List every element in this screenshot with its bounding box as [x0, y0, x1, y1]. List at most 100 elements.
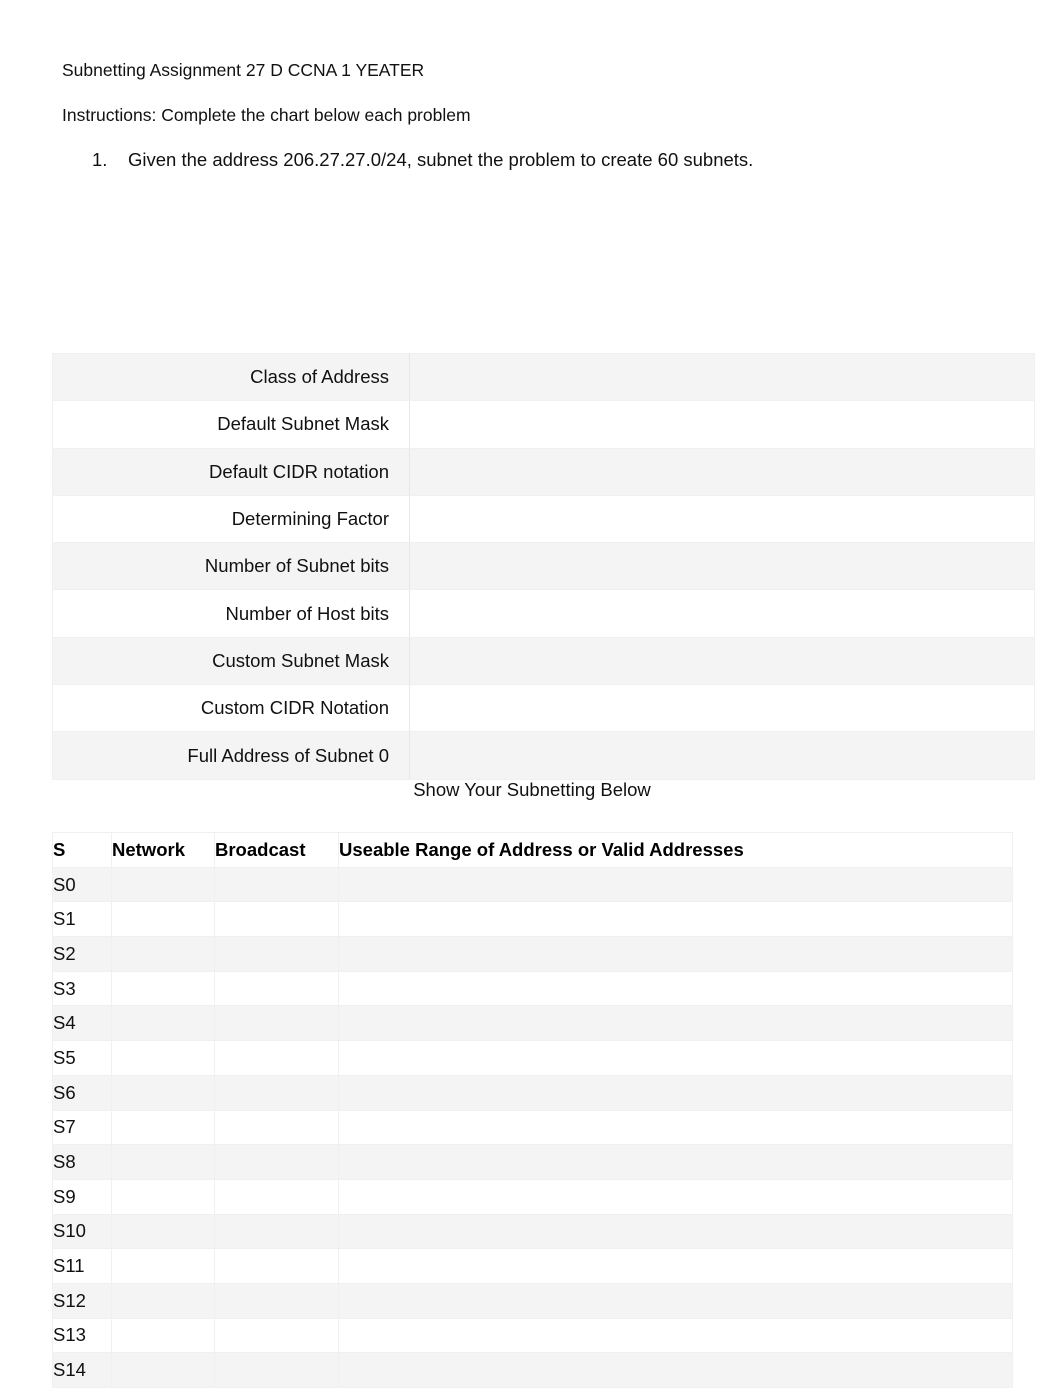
document-page: Subnetting Assignment 27 D CCNA 1 YEATER… — [0, 0, 1062, 1388]
cell-useable-range[interactable] — [338, 1074, 1013, 1111]
chart-field-value[interactable] — [409, 352, 1035, 402]
chart-field-label: Default Subnet Mask — [52, 400, 410, 449]
subnet-listing-table-body: S Network Broadcast Useable Range of Add… — [52, 832, 1013, 1388]
cell-subnet-id: S4 — [52, 1005, 112, 1042]
cell-broadcast[interactable] — [214, 936, 339, 972]
chart-field-value[interactable] — [409, 589, 1035, 638]
table-row: Custom CIDR Notation — [52, 684, 1035, 733]
subnet-listing-table: S Network Broadcast Useable Range of Add… — [52, 832, 1013, 1388]
table-row: S12 — [52, 1282, 1013, 1319]
cell-network[interactable] — [111, 936, 215, 972]
cell-broadcast[interactable] — [214, 1213, 339, 1250]
cell-network[interactable] — [111, 866, 215, 903]
table-row: Number of Host bits — [52, 589, 1035, 638]
cell-subnet-id: S13 — [52, 1317, 112, 1354]
cell-network[interactable] — [111, 1282, 215, 1319]
column-header-network: Network — [111, 832, 215, 868]
cell-useable-range[interactable] — [338, 1213, 1013, 1250]
table-row: S2 — [52, 936, 1013, 972]
problem-text: Given the address 206.27.27.0/24, subnet… — [128, 149, 754, 170]
cell-subnet-id: S0 — [52, 866, 112, 903]
cell-useable-range[interactable] — [338, 1144, 1013, 1180]
cell-subnet-id: S10 — [52, 1213, 112, 1250]
cell-broadcast[interactable] — [214, 866, 339, 903]
cell-subnet-id: S6 — [52, 1074, 112, 1111]
cell-subnet-id: S2 — [52, 936, 112, 972]
cell-useable-range[interactable] — [338, 866, 1013, 903]
chart-field-label: Number of Host bits — [52, 589, 410, 638]
chart-field-label: Custom CIDR Notation — [52, 684, 410, 733]
table-row: S0 — [52, 866, 1013, 903]
cell-network[interactable] — [111, 1178, 215, 1215]
cell-useable-range[interactable] — [338, 1005, 1013, 1042]
cell-useable-range[interactable] — [338, 1282, 1013, 1319]
cell-subnet-id: S11 — [52, 1248, 112, 1284]
cell-useable-range[interactable] — [338, 1317, 1013, 1354]
chart-field-value[interactable] — [409, 636, 1035, 686]
cell-subnet-id: S1 — [52, 901, 112, 938]
table-row: Number of Subnet bits — [52, 542, 1035, 591]
cell-broadcast[interactable] — [214, 1109, 339, 1146]
table-row: Full Address of Subnet 0 — [52, 731, 1035, 780]
document-title: Subnetting Assignment 27 D CCNA 1 YEATER — [62, 60, 425, 80]
cell-network[interactable] — [111, 1109, 215, 1146]
column-header-broadcast: Broadcast — [214, 832, 339, 868]
table-row: Default CIDR notation — [52, 447, 1035, 496]
column-header-useable-range: Useable Range of Address or Valid Addres… — [338, 832, 1013, 868]
table-row: S3 — [52, 970, 1013, 1007]
table-row: S4 — [52, 1005, 1013, 1042]
chart-field-label: Determining Factor — [52, 494, 410, 544]
cell-network[interactable] — [111, 1248, 215, 1284]
cell-network[interactable] — [111, 1040, 215, 1076]
cell-network[interactable] — [111, 970, 215, 1007]
cell-broadcast[interactable] — [214, 970, 339, 1007]
table-row: S6 — [52, 1074, 1013, 1111]
chart-field-label: Custom Subnet Mask — [52, 636, 410, 686]
cell-broadcast[interactable] — [214, 1074, 339, 1111]
table-row: S13 — [52, 1317, 1013, 1354]
chart-field-label: Class of Address — [52, 352, 410, 402]
table-row: S14 — [52, 1352, 1013, 1388]
cell-subnet-id: S14 — [52, 1352, 112, 1388]
cell-useable-range[interactable] — [338, 1352, 1013, 1388]
cell-network[interactable] — [111, 1352, 215, 1388]
cell-useable-range[interactable] — [338, 936, 1013, 972]
cell-broadcast[interactable] — [214, 1144, 339, 1180]
cell-network[interactable] — [111, 1213, 215, 1250]
chart-field-value[interactable] — [409, 731, 1035, 780]
cell-useable-range[interactable] — [338, 970, 1013, 1007]
problem-number-marker: 1. — [92, 149, 108, 170]
cell-useable-range[interactable] — [338, 1248, 1013, 1284]
cell-broadcast[interactable] — [214, 1005, 339, 1042]
cell-useable-range[interactable] — [338, 1109, 1013, 1146]
cell-broadcast[interactable] — [214, 901, 339, 938]
chart-field-value[interactable] — [409, 684, 1035, 733]
cell-subnet-id: S12 — [52, 1282, 112, 1319]
chart-field-value[interactable] — [409, 542, 1035, 591]
document-instructions: Instructions: Complete the chart below e… — [62, 105, 471, 125]
cell-useable-range[interactable] — [338, 901, 1013, 938]
cell-network[interactable] — [111, 1144, 215, 1180]
chart-field-label: Full Address of Subnet 0 — [52, 731, 410, 780]
table-row: S9 — [52, 1178, 1013, 1215]
chart-field-value[interactable] — [409, 400, 1035, 449]
cell-broadcast[interactable] — [214, 1317, 339, 1354]
chart-field-value[interactable] — [409, 447, 1035, 496]
cell-broadcast[interactable] — [214, 1282, 339, 1319]
cell-network[interactable] — [111, 901, 215, 938]
cell-network[interactable] — [111, 1074, 215, 1111]
cell-broadcast[interactable] — [214, 1352, 339, 1388]
cell-broadcast[interactable] — [214, 1248, 339, 1284]
cell-useable-range[interactable] — [338, 1178, 1013, 1215]
table-row: S8 — [52, 1144, 1013, 1180]
subnet-info-chart-body: Class of Address Default Subnet Mask Defau… — [52, 352, 1035, 780]
table-row: Custom Subnet Mask — [52, 636, 1035, 686]
cell-network[interactable] — [111, 1317, 215, 1354]
cell-broadcast[interactable] — [214, 1178, 339, 1215]
cell-broadcast[interactable] — [214, 1040, 339, 1076]
cell-network[interactable] — [111, 1005, 215, 1042]
chart-field-label: Number of Subnet bits — [52, 542, 410, 591]
cell-useable-range[interactable] — [338, 1040, 1013, 1076]
chart-field-value[interactable] — [409, 494, 1035, 544]
chart-field-label: Default CIDR notation — [52, 447, 410, 496]
